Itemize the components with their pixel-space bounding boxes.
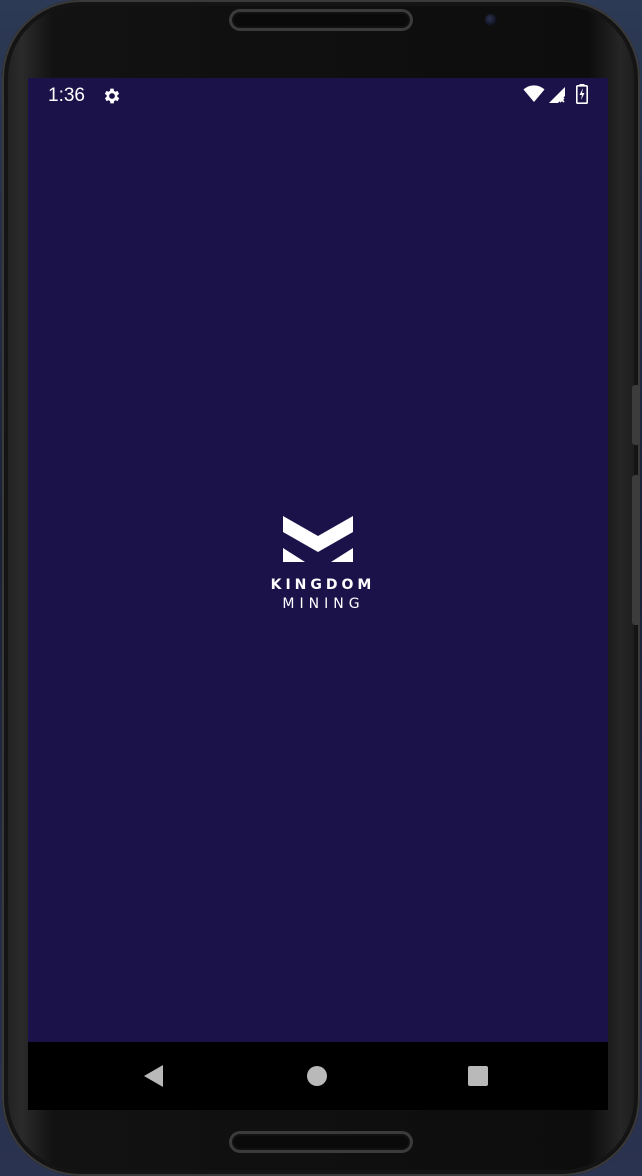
navigation-bar xyxy=(28,1042,608,1110)
bottom-speaker xyxy=(229,1131,413,1153)
status-time: 1:36 xyxy=(48,85,85,106)
signal-icon xyxy=(549,87,565,103)
logo-text-mining: MINING xyxy=(282,596,365,612)
status-bar: 1:36 xyxy=(28,78,608,114)
back-icon[interactable] xyxy=(143,1064,165,1088)
home-icon[interactable] xyxy=(307,1066,327,1086)
logo-text-kingdom: KINGDOM xyxy=(270,577,376,593)
front-camera xyxy=(485,14,497,26)
settings-icon xyxy=(104,88,120,104)
battery-icon xyxy=(576,84,588,104)
recents-icon[interactable] xyxy=(468,1066,488,1086)
app-screen: 1:36 KINGDOM MINING xyxy=(28,78,608,1042)
top-speaker xyxy=(229,9,413,31)
splash-logo: KINGDOM MINING xyxy=(256,514,386,624)
power-button[interactable] xyxy=(632,475,640,625)
wifi-icon xyxy=(523,85,545,102)
volume-button[interactable] xyxy=(632,385,640,445)
kingdom-mining-logo-mark xyxy=(283,516,353,562)
